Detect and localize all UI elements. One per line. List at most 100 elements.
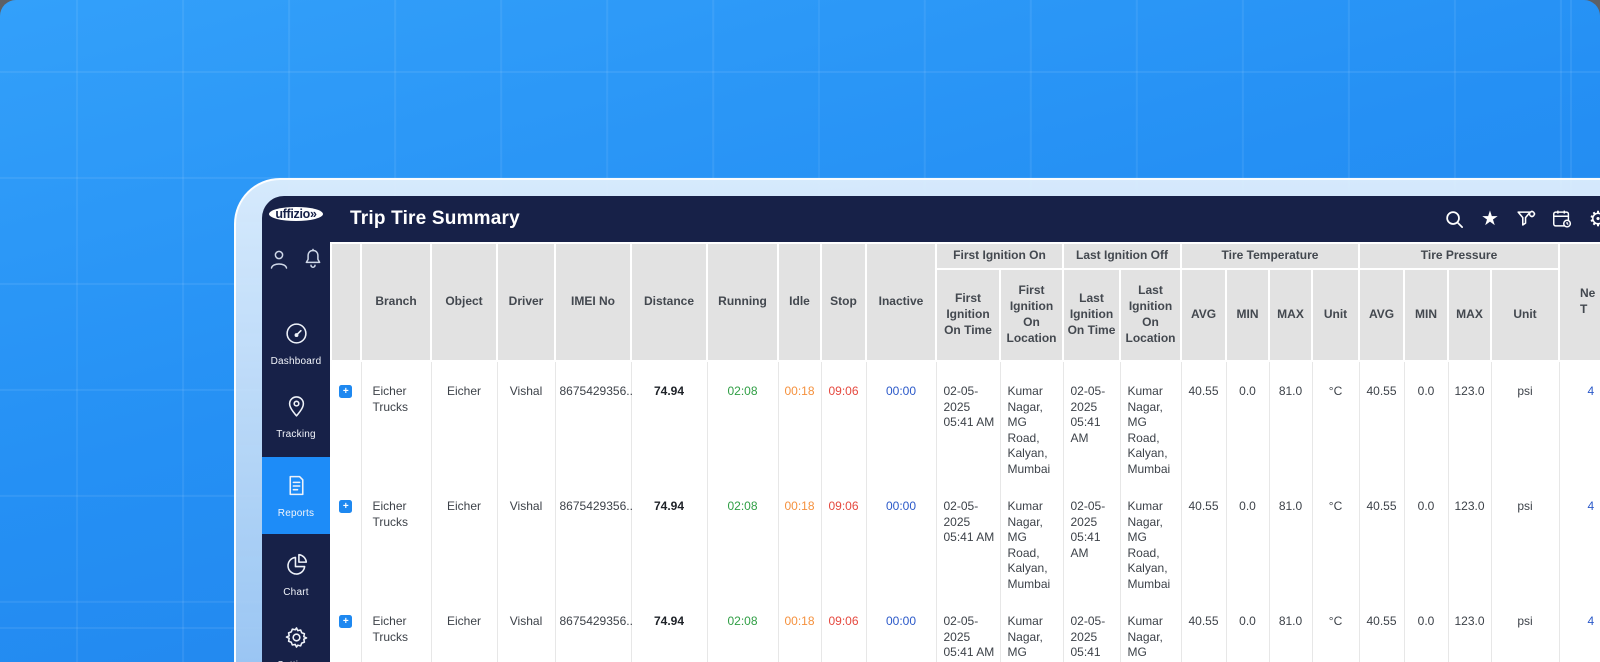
col-tp-avg[interactable]: AVG: [1358, 268, 1405, 362]
cell-tt-avg: 40.55: [1181, 477, 1227, 592]
cell-tp-avg: 40.55: [1359, 592, 1405, 662]
report-table-area: Branch Object Driver IMEI No Distance Ru…: [330, 242, 1600, 662]
cell-imei: 8675429356..: [555, 592, 633, 662]
cell-last-ignition-on-location: Kumar Nagar, MG Road, Kalyan, Mumbai: [1120, 477, 1182, 592]
col-tp-min[interactable]: MIN: [1403, 268, 1449, 362]
col-last-ignition-on-time[interactable]: Last Ignition On Time: [1062, 268, 1121, 362]
cell-object: Eicher: [431, 477, 498, 592]
page-title: Trip Tire Summary: [350, 208, 520, 229]
cell-object: Eicher: [431, 592, 498, 662]
cell-tp-min: 0.0: [1404, 477, 1449, 592]
sidebar: uffizio» Dashboard Tracking Reports Char…: [262, 196, 330, 662]
cell-imei: 8675429356..: [555, 477, 633, 592]
col-first-ignition-on-time[interactable]: First Ignition On Time: [935, 268, 1001, 362]
cell-tp-max: 123.0: [1448, 361, 1492, 477]
cell-running: 02:08: [707, 592, 779, 662]
sidebar-item-dashboard[interactable]: Dashboard: [262, 311, 330, 376]
cell-first-ignition-on-location: Kumar Nagar, MG Road, Kalyan, Mumbai: [1000, 477, 1064, 592]
col-first-ignition-on-location[interactable]: First Ignition On Location: [999, 268, 1064, 362]
cell-tp-max: 123.0: [1448, 477, 1492, 592]
col-stop[interactable]: Stop: [820, 242, 867, 362]
col-imei[interactable]: IMEI No: [554, 242, 632, 362]
cell-last-ignition-on-time: 02-05-2025 05:41 AM: [1063, 592, 1121, 662]
favorite-star-icon[interactable]: ★: [1479, 208, 1501, 230]
cell-imei: 8675429356..: [555, 361, 633, 477]
col-tp-max[interactable]: MAX: [1447, 268, 1492, 362]
notifications-bell-icon[interactable]: [301, 247, 325, 271]
cell-tp-unit: psi: [1491, 361, 1560, 477]
sidebar-nav: Dashboard Tracking Reports Chart: [262, 303, 330, 662]
cell-tp-min: 0.0: [1404, 361, 1449, 477]
cell-idle: 00:18: [778, 477, 822, 592]
main-panel: Trip Tire Summary ★ ⚙ Branch Object Driv…: [330, 196, 1600, 662]
sidebar-item-label: Tracking: [276, 429, 316, 440]
calendar-schedule-icon[interactable]: [1551, 208, 1573, 230]
col-last-ignition-on-location[interactable]: Last Ignition On Location: [1119, 268, 1182, 362]
sidebar-item-settings[interactable]: Settings: [262, 615, 330, 662]
cell-running: 02:08: [707, 361, 779, 477]
cell-last-ignition-on-location: Kumar Nagar, MG Road, Kalyan, Mumbai: [1120, 592, 1182, 662]
cell-stop: 09:06: [821, 592, 867, 662]
col-expand: [330, 242, 362, 362]
settings-gear-icon[interactable]: ⚙: [1587, 208, 1600, 230]
col-inactive[interactable]: Inactive: [865, 242, 937, 362]
cell-tp-unit: psi: [1491, 477, 1560, 592]
cell-tt-unit: °C: [1312, 477, 1360, 592]
col-distance[interactable]: Distance: [630, 242, 708, 362]
cell-tp-avg: 40.55: [1359, 361, 1405, 477]
search-icon[interactable]: [1443, 208, 1465, 230]
cell-first-ignition-on-time: 02-05-2025 05:41 AM: [936, 361, 1001, 477]
col-running[interactable]: Running: [706, 242, 779, 362]
trip-tire-summary-table: Branch Object Driver IMEI No Distance Ru…: [330, 242, 1600, 662]
sidebar-item-reports[interactable]: Reports: [262, 457, 330, 534]
cell-tt-min: 0.0: [1226, 361, 1270, 477]
cell-first-ignition-on-time: 02-05-2025 05:41 AM: [936, 477, 1001, 592]
col-tt-avg[interactable]: AVG: [1180, 268, 1227, 362]
cell-running: 02:08: [707, 477, 779, 592]
expand-row-button[interactable]: +: [339, 500, 353, 513]
settings-gear-icon: [284, 625, 309, 655]
table-row: + Eicher Trucks Eicher Vishal 8675429356…: [331, 361, 1600, 477]
cell-partial[interactable]: 4: [1559, 592, 1600, 662]
col-driver[interactable]: Driver: [496, 242, 556, 362]
titlebar-actions: ★ ⚙: [1443, 208, 1600, 230]
cell-tt-avg: 40.55: [1181, 361, 1227, 477]
cell-first-ignition-on-location: Kumar Nagar, MG Road, Kalyan, Mumbai: [1000, 592, 1064, 662]
cell-tt-max: 81.0: [1269, 361, 1313, 477]
cell-tt-unit: °C: [1312, 592, 1360, 662]
cell-partial[interactable]: 4: [1559, 477, 1600, 592]
group-tire-temperature: Tire Temperature: [1180, 242, 1360, 270]
expand-row-button[interactable]: +: [339, 385, 353, 398]
cell-driver: Vishal: [497, 477, 556, 592]
filter-settings-icon[interactable]: [1515, 208, 1537, 230]
col-object[interactable]: Object: [430, 242, 498, 362]
cell-object: Eicher: [431, 361, 498, 477]
cell-tt-max: 81.0: [1269, 592, 1313, 662]
expand-row-button[interactable]: +: [339, 615, 353, 628]
user-icon[interactable]: [267, 247, 291, 271]
cell-driver: Vishal: [497, 361, 556, 477]
col-branch[interactable]: Branch: [360, 242, 432, 362]
cell-tt-max: 81.0: [1269, 477, 1313, 592]
col-tp-unit[interactable]: Unit: [1490, 268, 1560, 362]
dashboard-gauge-icon: [284, 321, 309, 351]
sidebar-item-tracking[interactable]: Tracking: [262, 384, 330, 449]
cell-partial[interactable]: 4: [1559, 361, 1600, 477]
col-idle[interactable]: Idle: [777, 242, 822, 362]
cell-last-ignition-on-time: 02-05-2025 05:41 AM: [1063, 477, 1121, 592]
col-partial[interactable]: Ne T: [1558, 242, 1600, 362]
group-first-ignition-on: First Ignition On: [935, 242, 1064, 270]
col-tt-unit[interactable]: Unit: [1311, 268, 1360, 362]
pie-chart-icon: [284, 552, 309, 582]
cell-tt-min: 0.0: [1226, 592, 1270, 662]
col-tt-min[interactable]: MIN: [1225, 268, 1270, 362]
cell-inactive: 00:00: [866, 361, 937, 477]
cell-tt-min: 0.0: [1226, 477, 1270, 592]
cell-idle: 00:18: [778, 592, 822, 662]
cell-last-ignition-on-location: Kumar Nagar, MG Road, Kalyan, Mumbai: [1120, 361, 1182, 477]
cell-tp-unit: psi: [1491, 592, 1560, 662]
col-tt-max[interactable]: MAX: [1268, 268, 1313, 362]
sidebar-item-chart[interactable]: Chart: [262, 542, 330, 607]
sidebar-item-label: Dashboard: [270, 356, 322, 367]
tracking-pin-icon: [284, 394, 309, 424]
